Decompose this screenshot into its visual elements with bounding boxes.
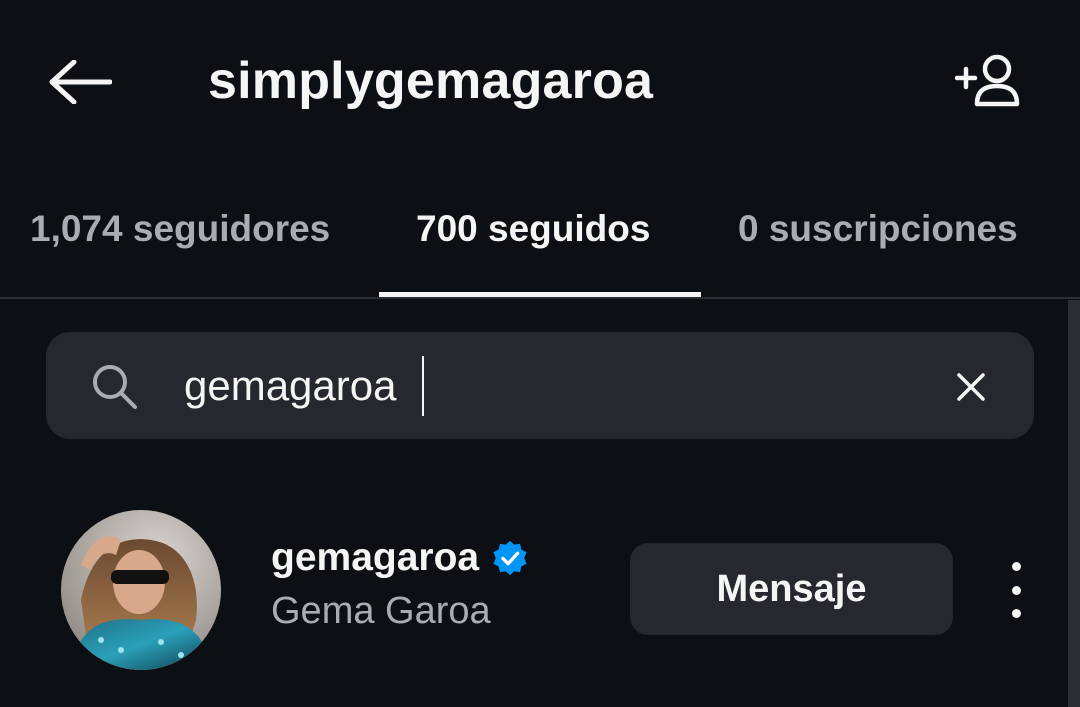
more-vertical-icon xyxy=(1011,562,1021,571)
result-full-name: Gema Garoa xyxy=(271,590,491,632)
message-button[interactable]: Mensaje xyxy=(630,543,953,635)
tab-subscriptions[interactable]: 0 suscripciones xyxy=(738,190,1018,268)
tab-following[interactable]: 700 seguidos xyxy=(416,190,650,268)
profile-photo xyxy=(61,510,221,670)
avatar[interactable] xyxy=(61,510,221,670)
follow-tabs: 1,074 seguidores 700 seguidos 0 suscripc… xyxy=(0,190,1080,300)
close-icon xyxy=(957,373,985,401)
tab-followers[interactable]: 1,074 seguidores xyxy=(30,190,330,268)
back-button[interactable] xyxy=(40,50,120,114)
add-user-button[interactable] xyxy=(946,48,1030,114)
clear-search-button[interactable] xyxy=(946,362,996,412)
arrow-left-icon xyxy=(49,60,112,104)
username-text: gemagaroa xyxy=(271,536,480,579)
search-icon xyxy=(93,365,137,409)
scrollbar[interactable] xyxy=(1068,300,1080,707)
result-username[interactable]: gemagaroa xyxy=(271,534,529,582)
following-screen: simplygemagaroa 1,074 seguidores 700 seg… xyxy=(0,0,1080,707)
tabs-divider xyxy=(0,297,1080,299)
search-input[interactable] xyxy=(184,354,904,418)
more-vertical-icon-dot xyxy=(1011,585,1021,595)
text-caret xyxy=(422,356,424,416)
verified-badge-icon xyxy=(493,540,527,576)
list-item[interactable]: gemagaroa Gema Garoa Mensaje xyxy=(0,500,1068,680)
more-vertical-icon-dot xyxy=(1011,609,1021,618)
add-user-icon xyxy=(955,54,1020,107)
more-options-button[interactable] xyxy=(996,562,1036,618)
page-title: simplygemagaroa xyxy=(208,52,654,110)
top-bar: simplygemagaroa xyxy=(0,0,1080,165)
